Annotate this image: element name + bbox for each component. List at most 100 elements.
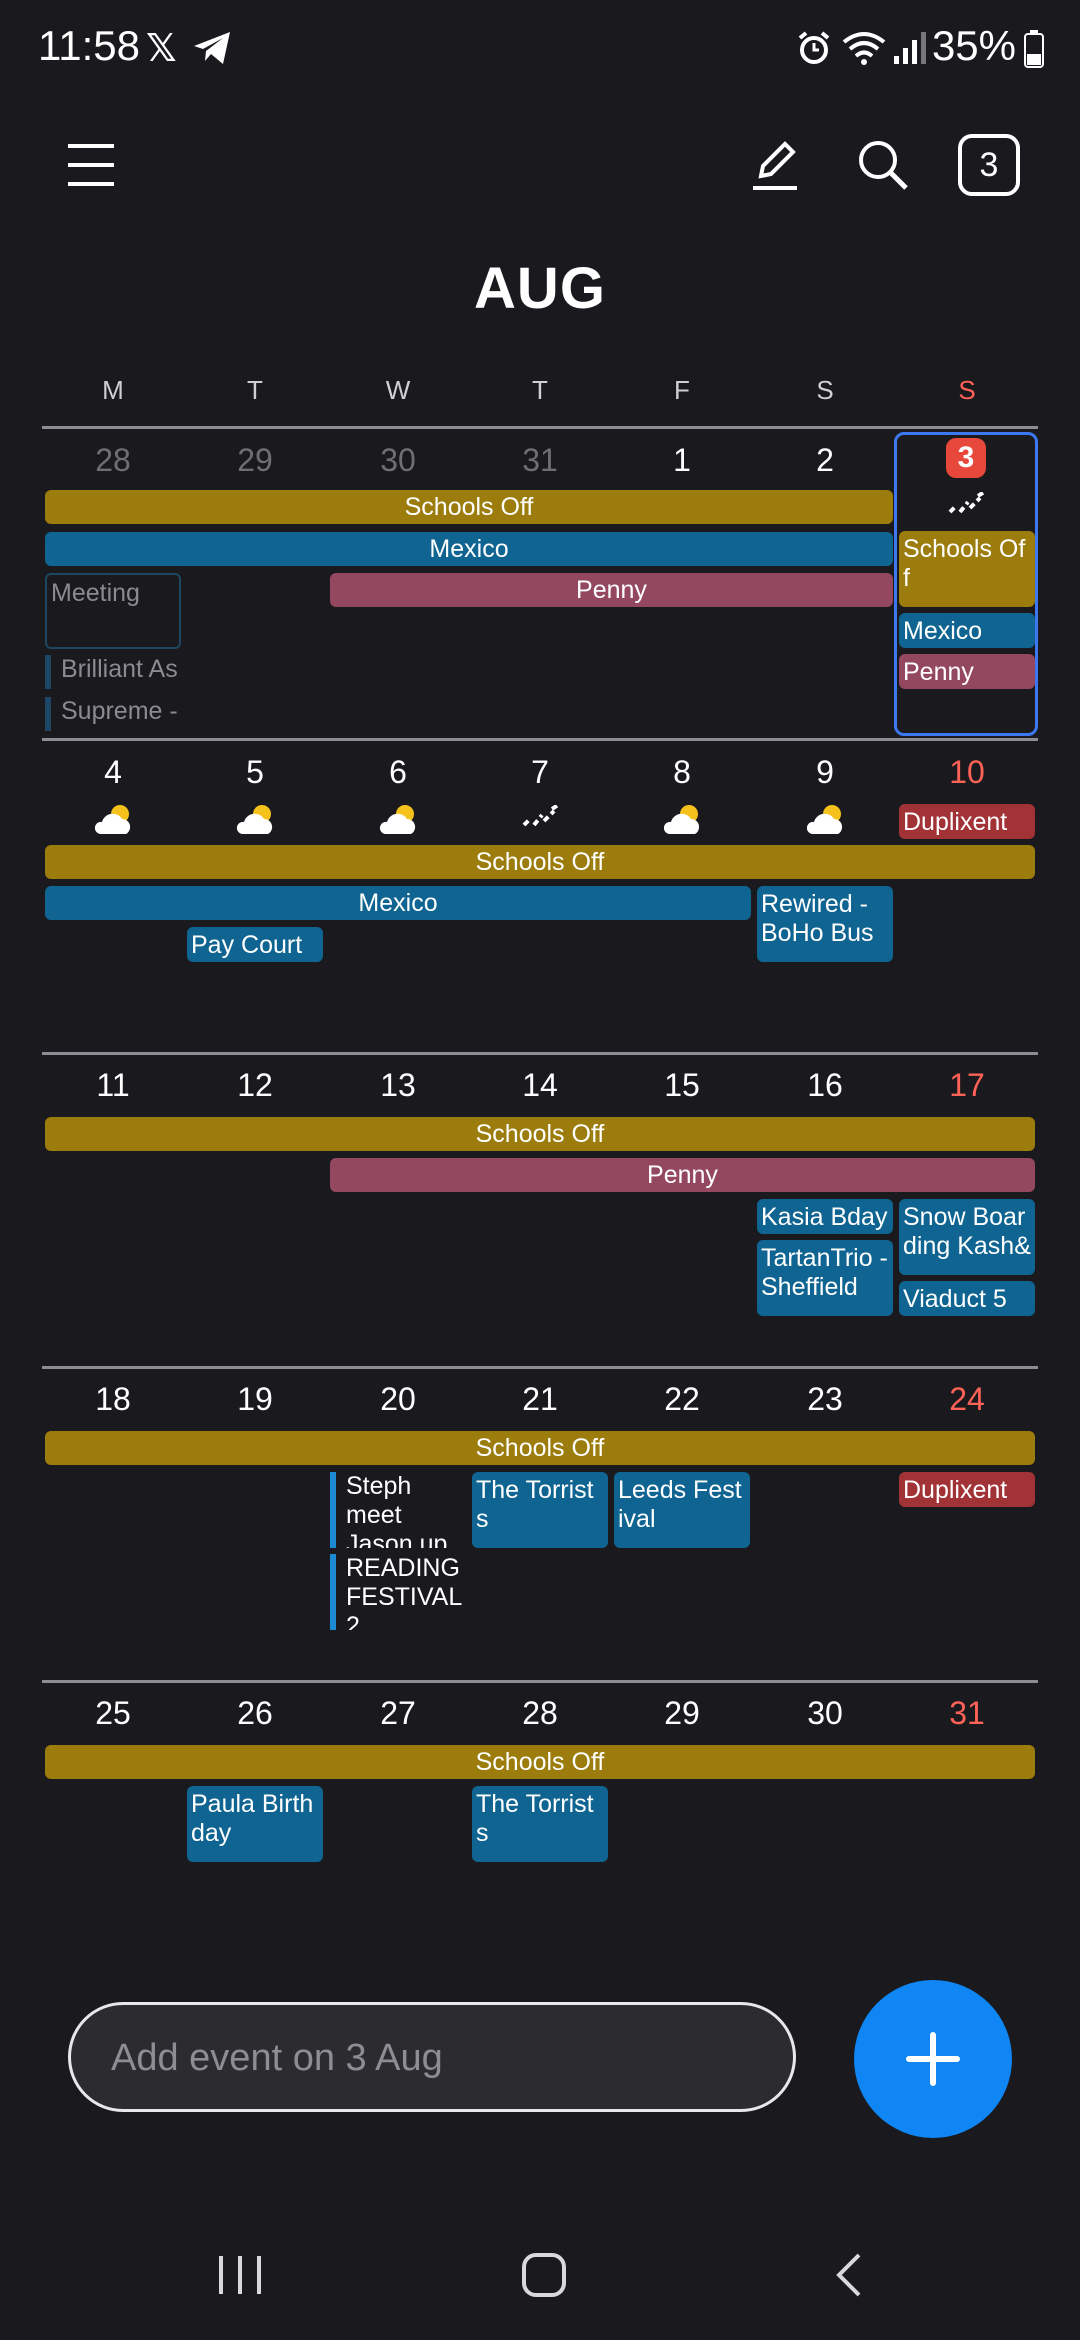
menu-button[interactable]	[56, 130, 126, 200]
day-cell[interactable]: 30	[754, 1695, 896, 1732]
partly-cloudy-icon	[663, 805, 700, 834]
week-divider	[42, 1052, 1038, 1055]
day-cell[interactable]: 30	[327, 442, 469, 479]
event-schools-off[interactable]: Schools Off	[45, 490, 893, 524]
day-cell[interactable]: 18	[42, 1381, 184, 1418]
x-app-icon: 𝕏	[146, 28, 177, 70]
event-leeds-festival[interactable]: Leeds Festival	[614, 1472, 750, 1548]
event-schools-off[interactable]: Schools Off	[45, 845, 1035, 879]
day-cell[interactable]: 31	[469, 442, 611, 479]
event-duplixent[interactable]: Duplixent	[899, 1472, 1035, 1507]
status-time: 11:58	[38, 22, 140, 69]
day-cell[interactable]: 28	[42, 442, 184, 479]
event-rewired-boho-bus[interactable]: Rewired - BoHo Bus	[757, 886, 893, 962]
home-button[interactable]	[504, 2240, 584, 2310]
day-cell[interactable]: 8	[611, 754, 753, 791]
today-button[interactable]: 3	[958, 134, 1020, 196]
event-schools-off[interactable]: Schools Off	[45, 1117, 1035, 1151]
event-snow-boarding[interactable]: Snow Boarding Kash&	[899, 1199, 1035, 1275]
event-meeting[interactable]: Meeting	[45, 573, 181, 649]
day-cell[interactable]: 17	[896, 1067, 1038, 1104]
day-cell[interactable]: 7	[469, 754, 611, 791]
day-cell[interactable]: 14	[469, 1067, 611, 1104]
status-bar: 11:58 𝕏 35%	[0, 0, 1080, 100]
event-schools-off[interactable]: Schools Off	[45, 1745, 1035, 1779]
edit-button[interactable]	[740, 130, 810, 200]
day-cell[interactable]: 24	[896, 1381, 1038, 1418]
week-divider	[42, 426, 1038, 429]
search-icon	[859, 141, 908, 190]
event-supreme[interactable]: Supreme -	[45, 697, 181, 731]
day-cell[interactable]: 5	[184, 754, 326, 791]
partly-cloudy-icon	[379, 805, 416, 834]
day-cell[interactable]: 10	[896, 754, 1038, 791]
home-icon	[522, 2253, 566, 2297]
event-schools-off-sunday[interactable]: Schools Off	[899, 531, 1035, 607]
event-mexico[interactable]: Mexico	[45, 532, 893, 566]
day-cell[interactable]: 27	[327, 1695, 469, 1732]
event-mexico-sunday[interactable]: Mexico	[899, 613, 1035, 648]
week-divider	[42, 1680, 1038, 1683]
event-duplixent[interactable]: Duplixent	[899, 804, 1035, 839]
partly-cloudy-icon	[236, 805, 273, 834]
day-cell[interactable]: 20	[327, 1381, 469, 1418]
event-kasia-bday[interactable]: Kasia Bday	[757, 1199, 893, 1234]
day-cell[interactable]: 6	[327, 754, 469, 791]
back-button[interactable]	[808, 2240, 888, 2310]
event-mexico[interactable]: Mexico	[45, 886, 751, 920]
weekday-tue: T	[247, 375, 263, 405]
recent-apps-icon	[219, 2256, 261, 2294]
event-paula-birthday[interactable]: Paula Birthday	[187, 1786, 323, 1862]
weekday-thu: T	[532, 375, 548, 405]
event-schools-off[interactable]: Schools Off	[45, 1431, 1035, 1465]
event-viaduct-5[interactable]: Viaduct 5	[899, 1281, 1035, 1316]
event-penny[interactable]: Penny	[330, 1158, 1035, 1192]
battery-percent: 35%	[931, 22, 1016, 69]
event-tartantrio-sheffield[interactable]: TartanTrio - Sheffield	[757, 1240, 893, 1316]
month-title: AUG	[474, 256, 606, 321]
today-day-badge[interactable]: 3	[946, 438, 986, 478]
search-button[interactable]	[848, 130, 918, 200]
add-event-button[interactable]	[854, 1980, 1012, 2138]
add-event-field[interactable]	[68, 2002, 796, 2112]
alarm-icon	[798, 31, 830, 64]
week-divider	[42, 1366, 1038, 1369]
day-cell[interactable]: 2	[754, 442, 896, 479]
day-cell[interactable]: 9	[754, 754, 896, 791]
day-cell[interactable]: 26	[184, 1695, 326, 1732]
day-cell[interactable]: 31	[896, 1695, 1038, 1732]
today-day-number: 3	[957, 441, 975, 474]
plus-icon	[906, 2032, 960, 2086]
add-event-input[interactable]	[109, 2031, 753, 2085]
weekday-fri: F	[674, 375, 690, 405]
day-cell[interactable]: 29	[184, 442, 326, 479]
today-badge-number: 3	[979, 145, 999, 184]
event-penny[interactable]: Penny	[330, 573, 893, 607]
recent-apps-button[interactable]	[200, 2240, 280, 2310]
day-cell[interactable]: 13	[327, 1067, 469, 1104]
event-penny-sunday[interactable]: Penny	[899, 654, 1035, 689]
day-cell[interactable]: 22	[611, 1381, 753, 1418]
day-cell[interactable]: 15	[611, 1067, 753, 1104]
event-reading-festival[interactable]: READING FESTIVAL 2	[330, 1554, 466, 1630]
day-cell[interactable]: 29	[611, 1695, 753, 1732]
day-cell[interactable]: 1	[611, 442, 753, 479]
event-the-torrists[interactable]: The Torrists	[472, 1786, 608, 1862]
signal-icon	[894, 32, 926, 64]
day-cell[interactable]: 28	[469, 1695, 611, 1732]
day-cell[interactable]: 19	[184, 1381, 326, 1418]
day-cell[interactable]: 11	[42, 1067, 184, 1104]
day-cell[interactable]: 25	[42, 1695, 184, 1732]
event-the-torrists[interactable]: The Torrists	[472, 1472, 608, 1548]
back-icon	[836, 2253, 861, 2297]
day-cell[interactable]: 12	[184, 1067, 326, 1104]
event-brilliant[interactable]: Brilliant As	[45, 655, 181, 689]
day-cell[interactable]: 16	[754, 1067, 896, 1104]
event-pay-court[interactable]: Pay Court	[187, 927, 323, 962]
day-cell[interactable]: 21	[469, 1381, 611, 1418]
day-cell[interactable]: 23	[754, 1381, 896, 1418]
rain-icon	[948, 492, 986, 514]
partly-cloudy-icon	[94, 805, 131, 834]
day-cell[interactable]: 4	[42, 754, 184, 791]
event-steph-meet-jason[interactable]: Steph meet Jason up	[330, 1472, 466, 1548]
